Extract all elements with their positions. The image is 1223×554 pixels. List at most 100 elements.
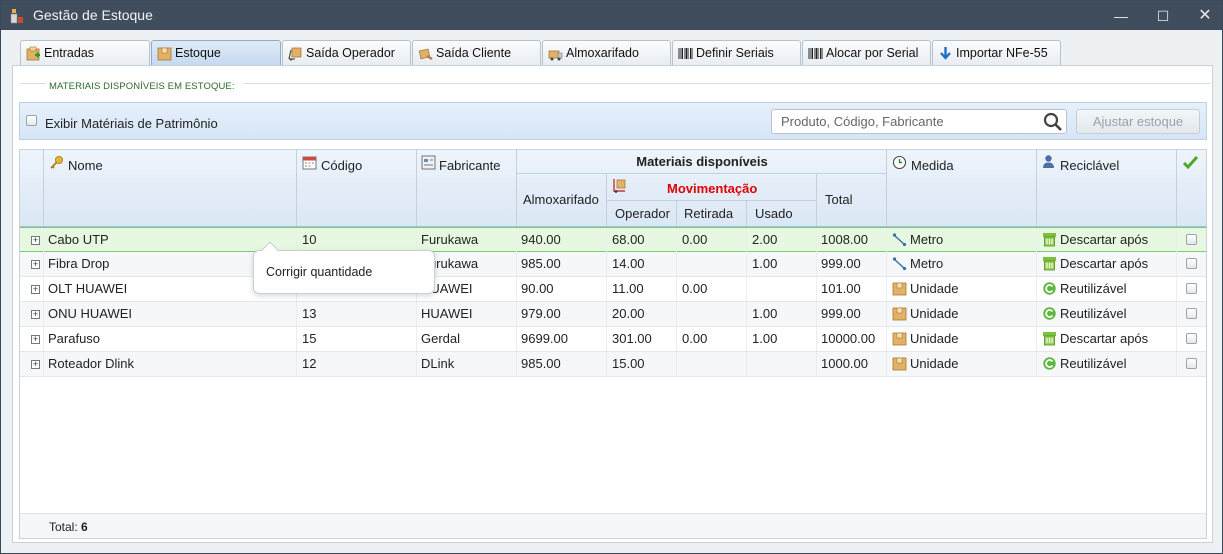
cell-almoxarifado: 979.00 [517, 302, 607, 326]
header-medida[interactable]: Medida [887, 150, 1037, 226]
expand-row-button[interactable]: + [31, 360, 40, 369]
table-row[interactable]: + Fibra Drop Furukawa 985.00 14.00 1.00 999.00… [20, 252, 1206, 277]
row-checkbox[interactable] [1186, 358, 1197, 369]
header-codigo[interactable]: Código [297, 150, 417, 226]
user-icon [1043, 155, 1054, 168]
cell-text: 90.00 [521, 281, 554, 296]
filter-toolbar: Exibir Matériais de Patrimônio Ajustar e… [19, 102, 1207, 140]
expander-cell: + [20, 302, 44, 326]
cell-reciclavel: Descartar após [1037, 228, 1177, 252]
table-row[interactable]: + Parafuso 15 Gerdal 9699.00 301.00 0.00 1.00 10… [20, 327, 1206, 352]
cell-medida: Unidade [887, 277, 1037, 301]
cell-text: 11.00 [612, 281, 644, 296]
cell-total: 10000.00 [817, 327, 887, 351]
header-almoxarifado[interactable]: Almoxarifado [517, 174, 607, 226]
tab-saida-operador[interactable]: Saída Operador [282, 40, 411, 66]
cell-reciclavel: Descartar após [1037, 252, 1177, 276]
table-row[interactable]: + OLT HUAWEI HUAWEI 90.00 11.00 0.00 101.00 Uni… [20, 277, 1206, 302]
expand-row-button[interactable]: + [31, 310, 40, 319]
saida-operador-icon [288, 47, 302, 61]
unidade-icon [892, 307, 907, 321]
header-usado[interactable]: Usado [747, 201, 817, 226]
row-checkbox[interactable] [1186, 258, 1197, 269]
metro-icon [892, 233, 907, 247]
expander-cell: + [20, 228, 44, 252]
cell-text: 985.00 [521, 256, 561, 271]
select-cell [1177, 252, 1206, 276]
row-checkbox[interactable] [1186, 283, 1197, 294]
search-input[interactable] [772, 110, 1040, 133]
header-total[interactable]: Total [817, 174, 887, 226]
cell-text: Roteador Dlink [48, 356, 134, 371]
table-row[interactable]: + Cabo UTP 10 Furukawa 940.00 68.00 0.00 2.00 10… [20, 227, 1206, 252]
search-icon[interactable] [1043, 112, 1063, 132]
checkmark-icon [1182, 155, 1199, 170]
tab-label: Definir Seriais [696, 46, 774, 60]
row-checkbox[interactable] [1186, 234, 1197, 245]
select-cell [1177, 277, 1206, 301]
cell-text: 14.00 [612, 256, 645, 271]
tab-definir-seriais[interactable]: Definir Seriais [672, 40, 801, 66]
unidade-icon [892, 282, 907, 296]
header-fabricante[interactable]: Fabricante [417, 150, 517, 226]
tab-label: Importar NFe-55 [956, 46, 1048, 60]
divider [20, 83, 46, 84]
reutilizavel-icon [1043, 307, 1056, 320]
cell-operador: 14.00 [607, 252, 677, 276]
cell-operador: 301.00 [607, 327, 677, 351]
clock-icon [892, 155, 907, 170]
cell-retirada [677, 252, 747, 276]
header-operador[interactable]: Operador [607, 201, 677, 226]
cell-reciclavel: Reutilizável [1037, 277, 1177, 301]
grid-header: Nome Código Fabricante Materiais disponí… [20, 150, 1206, 227]
cell-fabricante: Furukawa [417, 228, 517, 252]
cell-almoxarifado: 985.00 [517, 252, 607, 276]
minimize-button[interactable]: — [1103, 5, 1139, 27]
cell-codigo: 15 [297, 327, 417, 351]
table-row[interactable]: + ONU HUAWEI 13 HUAWEI 979.00 20.00 1.00 999.00… [20, 302, 1206, 327]
context-menu: Corrigir quantidade [253, 241, 435, 294]
cell-text: Metro [910, 256, 944, 271]
patrimonio-checkbox[interactable] [26, 115, 37, 126]
header-nome[interactable]: Nome [44, 150, 297, 226]
tab-importar-nfe[interactable]: Importar NFe-55 [932, 40, 1061, 66]
header-label: Total [825, 192, 853, 207]
tab-estoque[interactable]: Estoque [151, 40, 281, 66]
header-label: Materiais disponíveis [636, 154, 768, 169]
cell-text: 0.00 [682, 331, 708, 346]
header-reciclavel[interactable]: Reciclável [1037, 150, 1177, 226]
close-button[interactable]: ✕ [1187, 5, 1223, 27]
expand-row-button[interactable]: + [31, 335, 40, 344]
cell-medida: Metro [887, 252, 1037, 276]
cell-total: 999.00 [817, 302, 887, 326]
cell-total: 1008.00 [817, 228, 887, 252]
tab-almoxarifado[interactable]: Almoxarifado [542, 40, 671, 66]
cell-operador: 11.00 [607, 277, 677, 301]
expand-row-button[interactable]: + [31, 260, 40, 269]
ajustar-estoque-button[interactable]: Ajustar estoque [1076, 109, 1200, 134]
tab-label: Almoxarifado [566, 46, 639, 60]
table-row[interactable]: + Roteador Dlink 12 DLink 985.00 15.00 1000.00… [20, 352, 1206, 377]
expand-row-button[interactable]: + [31, 236, 40, 245]
expand-row-button[interactable]: + [31, 285, 40, 294]
cell-codigo: 10 [297, 228, 417, 252]
cell-text: 1008.00 [821, 232, 868, 247]
cell-nome: ONU HUAWEI [44, 302, 297, 326]
cell-text: 1.00 [752, 306, 778, 321]
corrigir-quantidade-menu-item[interactable]: Corrigir quantidade [266, 265, 372, 279]
maximize-button[interactable]: ☐ [1145, 5, 1181, 27]
tab-label: Saída Operador [306, 46, 395, 60]
row-checkbox[interactable] [1186, 333, 1197, 344]
header-select-all[interactable] [1177, 150, 1206, 226]
tab-entradas[interactable]: Entradas [20, 40, 150, 66]
cell-text: Reutilizável [1060, 281, 1127, 296]
row-checkbox[interactable] [1186, 308, 1197, 319]
tab-alocar-por-serial[interactable]: Alocar por Serial [802, 40, 931, 66]
tab-saida-cliente[interactable]: Saída Cliente [412, 40, 541, 66]
cell-nome: Roteador Dlink [44, 352, 297, 376]
header-retirada[interactable]: Retirada [677, 201, 747, 226]
descartar-icon [1043, 257, 1056, 271]
header-label: Reciclável [1060, 158, 1120, 173]
cell-text: DLink [421, 356, 455, 371]
cell-text: Parafuso [48, 331, 101, 346]
